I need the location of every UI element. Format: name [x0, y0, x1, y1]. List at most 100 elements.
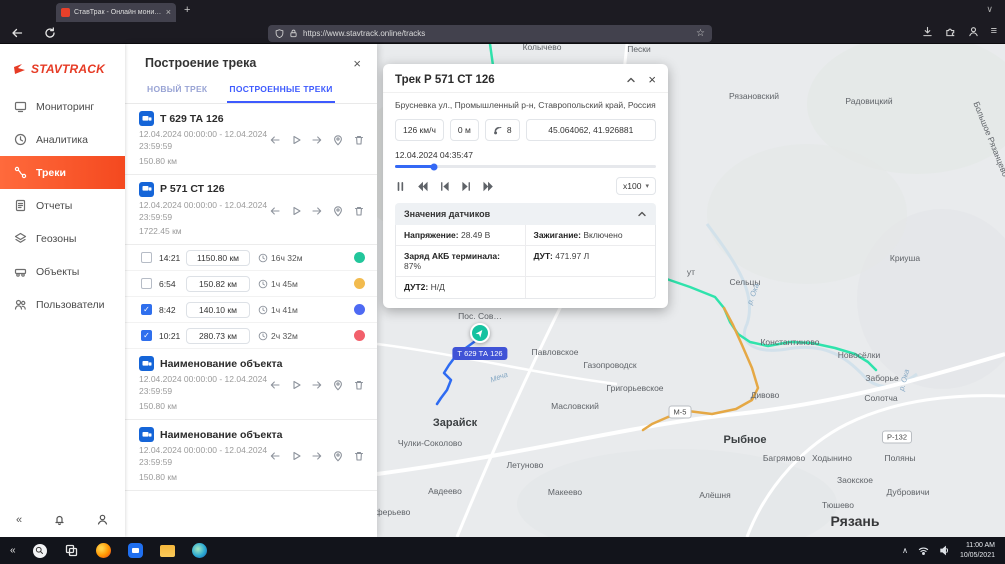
download-icon[interactable]	[922, 26, 933, 37]
track-segment-row: ✓ 8:42 140.10 км 1ч 41м	[125, 297, 377, 323]
pause-button[interactable]	[395, 181, 406, 192]
track-card[interactable]: Т 629 ТА 126 12.04.2024 00:00:00 - 12.04…	[125, 104, 377, 175]
track-segment-row: ✓ 10:21 280.73 км 2ч 32м	[125, 323, 377, 349]
collapse-sensors-chevron-icon[interactable]	[637, 209, 647, 219]
delete-track-button[interactable]	[353, 134, 365, 146]
skip-to-end-button[interactable]	[311, 450, 323, 462]
play-track-button[interactable]	[290, 205, 302, 217]
notifications-bell-icon[interactable]	[53, 513, 66, 526]
focus-on-map-button[interactable]	[332, 450, 344, 462]
skip-to-end-button[interactable]	[311, 134, 323, 146]
slider-knob[interactable]	[431, 163, 438, 170]
tab-built-tracks[interactable]: ПОСТРОЕННЫЕ ТРЕКИ	[227, 78, 334, 103]
skip-to-end-button[interactable]	[311, 379, 323, 391]
sidebar-item-reports[interactable]: Отчеты	[0, 189, 125, 222]
track-actions	[269, 450, 367, 462]
map-place-label: Колычево	[523, 44, 562, 52]
segment-checkbox[interactable]	[141, 278, 152, 289]
bookmark-star-icon[interactable]: ☆	[696, 28, 705, 39]
playback-slider[interactable]	[395, 165, 656, 168]
fast-backward-button[interactable]	[417, 181, 428, 192]
track-segment-row: 6:54 150.82 км 1ч 45м	[125, 271, 377, 297]
fast-forward-button[interactable]	[483, 181, 494, 192]
tab-list-chevron-icon[interactable]: ∨	[986, 4, 993, 15]
map-place-label: ферьево	[377, 507, 410, 517]
chat-app-icon[interactable]	[128, 543, 143, 558]
firefox-icon[interactable]	[96, 543, 111, 558]
focus-on-map-button[interactable]	[332, 134, 344, 146]
collapse-sidebar-icon[interactable]: «	[16, 514, 22, 526]
vehicle-position-marker[interactable]	[470, 323, 490, 343]
skip-to-start-button[interactable]	[269, 205, 281, 217]
segment-distance: 1150.80 км	[186, 250, 250, 266]
task-view-icon[interactable]	[64, 543, 79, 558]
segment-color-dot	[354, 330, 365, 341]
focus-on-map-button[interactable]	[332, 379, 344, 391]
track-card[interactable]: Наименование объекта 12.04.2024 00:00:00…	[125, 349, 377, 420]
site-favicon	[61, 8, 70, 17]
track-card[interactable]: Р 571 СТ 126 12.04.2024 00:00:00 - 12.04…	[125, 175, 377, 246]
users-icon	[14, 298, 27, 311]
playback-rate-select[interactable]: x100▾	[616, 177, 656, 195]
delete-track-button[interactable]	[353, 379, 365, 391]
skip-to-start-button[interactable]	[269, 450, 281, 462]
vehicle-badge-icon	[139, 356, 154, 371]
sidebar-item-monitoring[interactable]: Мониторинг	[0, 90, 125, 123]
segment-checkbox[interactable]	[141, 252, 152, 263]
segment-checkbox[interactable]: ✓	[141, 330, 152, 341]
lock-icon	[289, 29, 298, 38]
segment-distance: 150.82 км	[186, 276, 250, 292]
back-button[interactable]	[11, 27, 23, 39]
sidebar-item-analytics[interactable]: Аналитика	[0, 123, 125, 156]
focus-on-map-button[interactable]	[332, 205, 344, 217]
url-bar[interactable]: https://www.stavtrack.online/tracks ☆	[268, 25, 712, 42]
profile-icon[interactable]	[96, 513, 109, 526]
map-place-label: Криуша	[890, 253, 920, 263]
map-place-label: Радовицкий	[845, 96, 892, 106]
tray-chevron-icon[interactable]: ∧	[902, 546, 908, 555]
play-track-button[interactable]	[290, 134, 302, 146]
segment-checkbox[interactable]: ✓	[141, 304, 152, 315]
browser-tab[interactable]: СтавТрак - Онлайн мониторинг ×	[56, 3, 176, 22]
taskbar-clock[interactable]: 11:00 AM 10/05/2021	[960, 541, 995, 561]
skip-to-end-button[interactable]	[311, 205, 323, 217]
sidebar-item-geozones[interactable]: Геозоны	[0, 222, 125, 255]
wifi-icon[interactable]	[918, 545, 929, 556]
sensors-section-header[interactable]: Значения датчиков	[395, 203, 656, 225]
play-track-button[interactable]	[290, 379, 302, 391]
skip-to-start-button[interactable]	[269, 134, 281, 146]
account-icon[interactable]	[968, 26, 979, 37]
file-explorer-icon[interactable]	[160, 545, 175, 557]
sidebar-item-tracks[interactable]: Треки	[0, 156, 125, 189]
search-icon[interactable]	[33, 544, 47, 558]
track-period: 12.04.2024 00:00:00 - 12.04.2024 23:59:5…	[139, 445, 267, 484]
sidebar-item-objects[interactable]: Объекты	[0, 255, 125, 288]
taskbar-overflow-chevron-icon[interactable]: «	[10, 545, 16, 556]
edge-icon[interactable]	[192, 543, 207, 558]
route-icon	[14, 166, 27, 179]
tab-new-track[interactable]: НОВЫЙ ТРЕК	[145, 78, 209, 103]
step-backward-button[interactable]	[439, 181, 450, 192]
playback-datetime: 12.04.2024 04:35:47	[383, 141, 668, 160]
close-panel-icon[interactable]: ×	[353, 57, 361, 70]
extensions-icon[interactable]	[945, 26, 956, 37]
sidebar-item-users[interactable]: Пользователи	[0, 288, 125, 321]
delete-track-button[interactable]	[353, 450, 365, 462]
reload-button[interactable]	[44, 27, 56, 39]
track-period: 12.04.2024 00:00:00 - 12.04.2024 23:59:5…	[139, 374, 267, 413]
collapse-panel-chevron-icon[interactable]	[626, 75, 636, 85]
shield-icon[interactable]	[275, 29, 284, 38]
track-card[interactable]: Наименование объекта 12.04.2024 00:00:00…	[125, 420, 377, 491]
step-forward-button[interactable]	[461, 181, 472, 192]
skip-to-start-button[interactable]	[269, 379, 281, 391]
map-canvas[interactable]: КолычевоПескиРязановскийРадовицкийБольшо…	[377, 44, 1005, 537]
sensor-cell: ДУТ: 471.97 Л	[526, 246, 656, 277]
tab-close-icon[interactable]: ×	[166, 8, 171, 17]
menu-hamburger-icon[interactable]: ≡	[991, 26, 997, 37]
delete-track-button[interactable]	[353, 205, 365, 217]
new-tab-button[interactable]: +	[184, 4, 190, 16]
volume-icon[interactable]	[939, 545, 950, 556]
slider-progress	[395, 165, 434, 168]
play-track-button[interactable]	[290, 450, 302, 462]
close-track-panel-icon[interactable]: ×	[648, 73, 656, 86]
